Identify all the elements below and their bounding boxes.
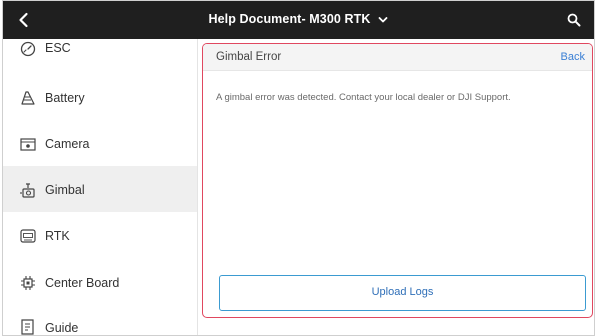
panel-title: Gimbal Error — [216, 51, 282, 63]
app-window: Help Document- M300 RTK ESC Battery Came… — [2, 0, 595, 336]
gauge-icon — [20, 41, 36, 57]
sidebar: ESC Battery Camera Gimbal RTK Center Boa… — [3, 39, 197, 335]
document-title-dropdown[interactable]: Help Document- M300 RTK — [3, 12, 594, 26]
sidebar-item-camera[interactable]: Camera — [3, 120, 197, 166]
sidebar-item-rtk[interactable]: RTK — [3, 213, 197, 259]
gimbal-icon — [20, 183, 35, 198]
rtk-icon — [20, 229, 36, 243]
sidebar-item-label: Camera — [45, 137, 90, 151]
error-message: A gimbal error was detected. Contact you… — [216, 92, 511, 103]
sidebar-item-esc[interactable]: ESC — [3, 39, 197, 72]
camera-icon — [20, 138, 36, 151]
sidebar-item-label: Battery — [45, 91, 85, 105]
back-link[interactable]: Back — [561, 51, 585, 63]
sidebar-item-guide[interactable]: Guide — [3, 305, 197, 335]
sidebar-item-center-board[interactable]: Center Board — [3, 259, 197, 305]
sidebar-divider — [197, 39, 198, 335]
error-detail-panel: Gimbal Error Back A gimbal error was det… — [202, 43, 593, 318]
search-icon[interactable] — [566, 12, 582, 28]
sidebar-item-label: ESC — [45, 41, 71, 55]
top-bar: Help Document- M300 RTK — [3, 1, 594, 39]
sidebar-item-label: Center Board — [45, 276, 120, 290]
sidebar-item-label: Guide — [45, 321, 79, 335]
battery-icon — [21, 91, 35, 105]
chevron-down-icon — [378, 16, 387, 23]
sidebar-item-label: RTK — [45, 229, 70, 243]
chip-icon — [21, 276, 35, 290]
page-title: Help Document- M300 RTK — [208, 12, 371, 26]
sidebar-item-gimbal[interactable]: Gimbal — [3, 166, 197, 212]
panel-header: Gimbal Error Back — [203, 44, 592, 71]
sidebar-item-battery[interactable]: Battery — [3, 75, 197, 121]
sidebar-item-label: Gimbal — [45, 183, 85, 197]
upload-logs-button[interactable]: Upload Logs — [219, 275, 586, 311]
book-icon — [21, 319, 34, 335]
